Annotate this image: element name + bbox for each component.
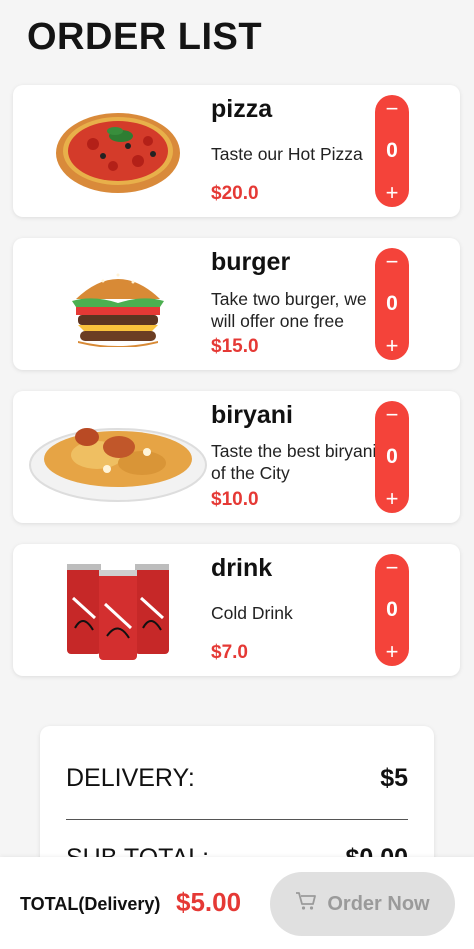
item-description: Cold Drink	[211, 603, 293, 623]
biryani-image	[27, 399, 209, 515]
item-name: burger	[211, 248, 291, 276]
pizza-image	[27, 93, 209, 209]
quantity-value: 0	[386, 139, 398, 162]
quantity-value: 0	[386, 598, 398, 621]
total-value: $5.00	[176, 887, 242, 917]
increment-button[interactable]: +	[375, 485, 409, 513]
item-name: biryani	[211, 401, 293, 429]
item-card-drink: drink Cold Drink $7.0 − 0 +	[13, 544, 460, 676]
order-now-button[interactable]: Order Now	[270, 872, 455, 936]
increment-button[interactable]: +	[375, 638, 409, 666]
decrement-button[interactable]: −	[375, 248, 409, 276]
quantity-value: 0	[386, 292, 398, 315]
item-description: Take two burger, we will offer one free	[211, 289, 367, 331]
quantity-value: 0	[386, 445, 398, 468]
decrement-button[interactable]: −	[375, 95, 409, 123]
item-price: $15.0	[211, 336, 259, 357]
divider	[66, 819, 408, 820]
quantity-stepper: − 0 +	[375, 554, 409, 666]
item-card-biryani: biryani Taste the best biryani of the Ci…	[13, 391, 460, 523]
increment-button[interactable]: +	[375, 179, 409, 207]
item-price: $10.0	[211, 489, 259, 510]
item-price: $7.0	[211, 642, 248, 663]
order-now-label: Order Now	[327, 892, 430, 915]
quantity-stepper: − 0 +	[375, 401, 409, 513]
decrement-button[interactable]: −	[375, 401, 409, 429]
delivery-label: DELIVERY:	[66, 764, 195, 792]
decrement-button[interactable]: −	[375, 554, 409, 582]
checkout-bar: TOTAL(Delivery) $5.00 Order Now	[0, 857, 474, 949]
drink-image	[27, 552, 209, 668]
item-description: Taste our Hot Pizza	[211, 144, 363, 164]
page-title: ORDER LIST	[27, 16, 263, 58]
delivery-row: DELIVERY: $5	[66, 764, 408, 793]
item-name: pizza	[211, 95, 273, 123]
total-label: TOTAL(Delivery)	[20, 894, 161, 914]
item-card-pizza: pizza Taste our Hot Pizza $20.0 − 0 +	[13, 85, 460, 217]
item-price: $20.0	[211, 183, 259, 204]
delivery-value: $5	[380, 764, 408, 792]
item-name: drink	[211, 554, 273, 582]
increment-button[interactable]: +	[375, 332, 409, 360]
burger-image	[27, 246, 209, 362]
quantity-stepper: − 0 +	[375, 248, 409, 360]
item-card-burger: burger Take two burger, we will offer on…	[13, 238, 460, 370]
item-description: Taste the best biryani of the City	[211, 441, 377, 483]
cart-icon	[295, 891, 317, 917]
quantity-stepper: − 0 +	[375, 95, 409, 207]
